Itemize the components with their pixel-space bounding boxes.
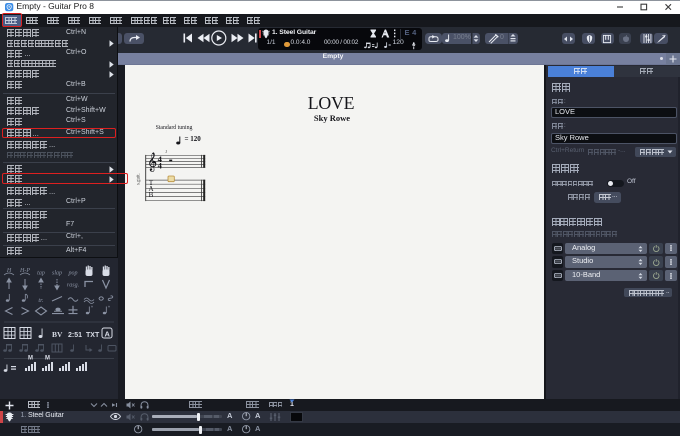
svg-text:s.guit.: s.guit.: [137, 173, 142, 185]
svg-text:pop: pop: [68, 271, 78, 277]
svg-text:B: B: [149, 191, 154, 199]
svg-text:rasg.: rasg.: [67, 283, 79, 289]
svg-text:slap: slap: [52, 271, 62, 277]
svg-text:*: *: [108, 306, 110, 312]
svg-text:*: *: [91, 306, 93, 312]
svg-text:tap: tap: [37, 271, 45, 277]
svg-text:tr.: tr.: [38, 297, 44, 304]
svg-text:BV: BV: [52, 330, 63, 339]
svg-text:M: M: [45, 356, 50, 362]
svg-text:2:51: 2:51: [68, 332, 82, 339]
svg-text:4: 4: [158, 161, 163, 171]
svg-text:M: M: [28, 356, 33, 362]
svg-text:TXT: TXT: [86, 332, 100, 339]
svg-text:A: A: [105, 330, 111, 339]
svg-text:1: 1: [165, 149, 167, 154]
